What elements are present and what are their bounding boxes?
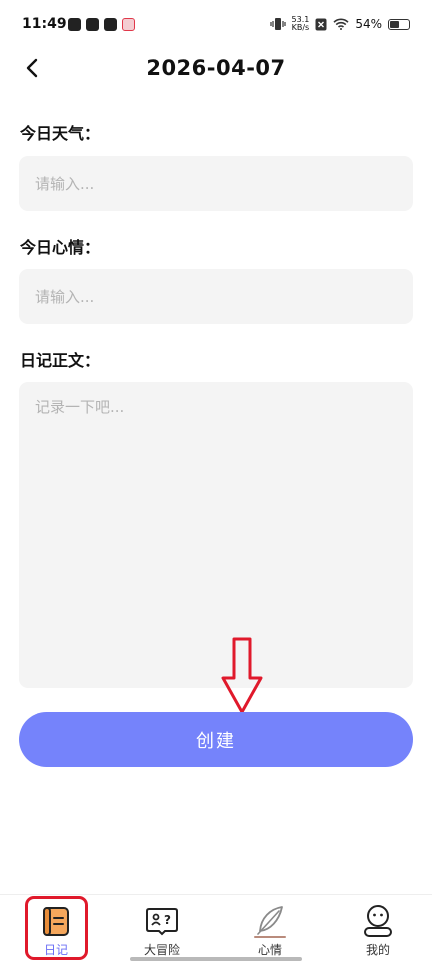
tab-diary[interactable]: 日记 [6,895,106,964]
app-notification-icon [86,18,99,31]
page-title: 2026-04-07 [146,56,286,80]
tab-adventure[interactable]: ? 大冒险 [112,895,212,964]
svg-text:?: ? [164,913,171,927]
tab-mood[interactable]: 心情 [220,895,320,964]
diary-body-label: 日记正文： [20,351,101,370]
mail-notification-icon [104,18,117,31]
tab-label: 大冒险 [143,943,180,957]
status-right: 53.1 KB/s 54% [269,15,410,32]
create-button[interactable]: 创建 [19,712,413,767]
header: 2026-04-07 [0,50,432,86]
annotation-arrow-down-icon [221,637,263,714]
weather-label: 今日天气： [20,124,101,143]
diary-book-icon [43,907,69,936]
tab-profile[interactable]: 我的 [328,895,428,964]
bottom-tab-bar: 日记 ? 大冒险 心情 我的 [0,894,432,964]
battery-percent: 54% [355,17,382,31]
feather-icon [254,906,286,938]
weather-input[interactable] [19,156,413,211]
adventure-card-icon: ? [146,908,178,936]
mood-label: 今日心情： [20,238,101,257]
tab-label: 我的 [365,943,390,957]
profile-face-icon [364,905,392,937]
status-bar: 11:49 53.1 KB/s 54% [0,0,432,50]
net-speed: 53.1 KB/s [291,15,310,32]
sim-icon [315,18,327,30]
app-notification-icon [68,18,81,31]
tab-label: 日记 [43,943,68,957]
wifi-icon [333,18,349,30]
tab-label: 心情 [257,943,282,957]
mood-input[interactable] [19,269,413,324]
status-time: 11:49 [22,16,67,32]
app-notification-icon [122,18,135,31]
vibrate-icon [269,18,286,30]
diary-body-textarea[interactable] [19,382,413,688]
home-indicator [130,957,302,961]
notification-icons [68,18,135,31]
battery-icon [388,18,410,30]
